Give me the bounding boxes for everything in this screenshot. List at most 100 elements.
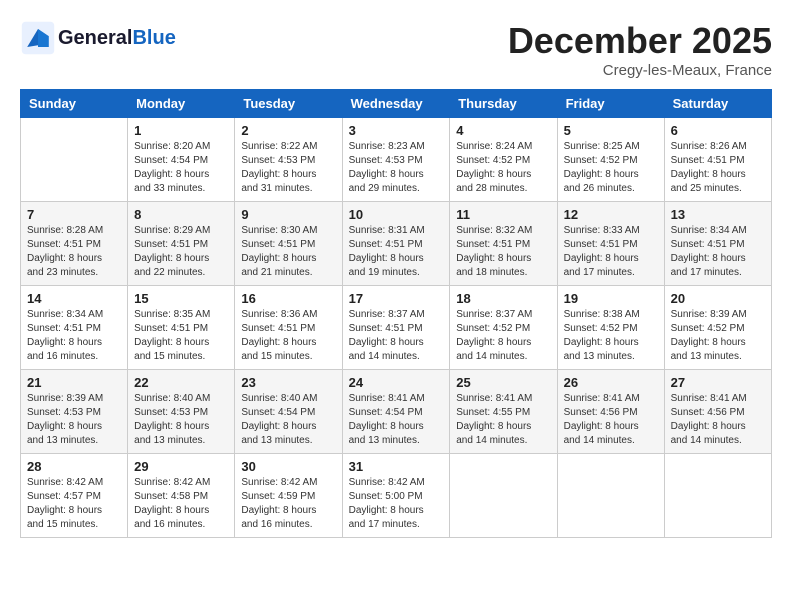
day-info: Sunrise: 8:41 AMSunset: 4:55 PMDaylight:… [456,392,550,448]
day-info: Sunrise: 8:37 AMSunset: 4:52 PMDaylight:… [456,308,550,364]
calendar-cell: 13 Sunrise: 8:34 AMSunset: 4:51 PMDayligh… [664,202,771,286]
day-info: Sunrise: 8:24 AMSunset: 4:52 PMDaylight:… [456,140,550,196]
day-info: Sunrise: 8:30 AMSunset: 4:51 PMDaylight:… [241,224,335,280]
logo-line2: Blue [132,27,175,49]
calendar-cell [21,118,128,202]
day-number: 16 [241,291,335,306]
calendar-cell: 19 Sunrise: 8:38 AMSunset: 4:52 PMDayligh… [557,286,664,370]
day-info: Sunrise: 8:40 AMSunset: 4:54 PMDaylight:… [241,392,335,448]
day-number: 9 [241,207,335,222]
calendar-cell: 6 Sunrise: 8:26 AMSunset: 4:51 PMDaylight… [664,118,771,202]
day-info: Sunrise: 8:39 AMSunset: 4:53 PMDaylight:… [27,392,121,448]
month-title: December 2025 [508,20,772,62]
day-info: Sunrise: 8:32 AMSunset: 4:51 PMDaylight:… [456,224,550,280]
day-number: 26 [564,375,658,390]
day-number: 17 [349,291,444,306]
day-info: Sunrise: 8:42 AMSunset: 5:00 PMDaylight:… [349,476,444,532]
calendar-week-row: 1 Sunrise: 8:20 AMSunset: 4:54 PMDaylight… [21,118,772,202]
day-number: 1 [134,123,228,138]
calendar-cell: 30Sunrise: 8:42 AMSunset: 4:59 PMDayligh… [235,454,342,538]
calendar-cell: 4Sunrise: 8:24 AMSunset: 4:52 PMDaylight… [450,118,557,202]
day-info: Sunrise: 8:34 AMSunset: 4:51 PMDaylight:… [671,224,765,280]
calendar-cell: 10Sunrise: 8:31 AMSunset: 4:51 PMDayligh… [342,202,450,286]
day-info: Sunrise: 8:28 AMSunset: 4:51 PMDaylight:… [27,224,121,280]
page-header: GeneralBlue December 2025 Cregy-les-Meau… [20,20,772,79]
calendar-cell: 21 Sunrise: 8:39 AMSunset: 4:53 PMDayligh… [21,370,128,454]
day-info: Sunrise: 8:23 AMSunset: 4:53 PMDaylight:… [349,140,444,196]
calendar-cell: 27Sunrise: 8:41 AMSunset: 4:56 PMDayligh… [664,370,771,454]
title-block: December 2025 Cregy-les-Meaux, France [508,20,772,79]
day-number: 29 [134,459,228,474]
day-info: Sunrise: 8:33 AMSunset: 4:51 PMDaylight:… [564,224,658,280]
day-number: 31 [349,459,444,474]
day-number: 7 [27,207,121,222]
day-number: 23 [241,375,335,390]
calendar-week-row: 21 Sunrise: 8:39 AMSunset: 4:53 PMDayligh… [21,370,772,454]
day-info: Sunrise: 8:35 AMSunset: 4:51 PMDaylight:… [134,308,228,364]
day-number: 13 [671,207,765,222]
day-info: Sunrise: 8:36 AMSunset: 4:51 PMDaylight:… [241,308,335,364]
calendar-header-row: SundayMondayTuesdayWednesdayThursdayFrid… [21,90,772,118]
logo-line1: General [58,27,132,49]
day-number: 15 [134,291,228,306]
calendar-week-row: 28Sunrise: 8:42 AMSunset: 4:57 PMDayligh… [21,454,772,538]
logo-icon [20,20,56,56]
day-number: 6 [671,123,765,138]
calendar-cell: 31 Sunrise: 8:42 AMSunset: 5:00 PMDayligh… [342,454,450,538]
calendar-cell: 2 Sunrise: 8:22 AMSunset: 4:53 PMDaylight… [235,118,342,202]
calendar-cell: 11 Sunrise: 8:32 AMSunset: 4:51 PMDayligh… [450,202,557,286]
calendar-cell [664,454,771,538]
calendar-cell: 15 Sunrise: 8:35 AMSunset: 4:51 PMDayligh… [128,286,235,370]
header-friday: Friday [557,90,664,118]
calendar-cell: 12Sunrise: 8:33 AMSunset: 4:51 PMDayligh… [557,202,664,286]
logo-text: GeneralBlue [58,26,176,50]
header-sunday: Sunday [21,90,128,118]
calendar-cell: 22Sunrise: 8:40 AMSunset: 4:53 PMDayligh… [128,370,235,454]
day-info: Sunrise: 8:20 AMSunset: 4:54 PMDaylight:… [134,140,228,196]
calendar-cell: 24 Sunrise: 8:41 AMSunset: 4:54 PMDayligh… [342,370,450,454]
day-number: 10 [349,207,444,222]
day-info: Sunrise: 8:42 AMSunset: 4:58 PMDaylight:… [134,476,228,532]
calendar-cell: 3 Sunrise: 8:23 AMSunset: 4:53 PMDaylight… [342,118,450,202]
day-number: 19 [564,291,658,306]
day-number: 3 [349,123,444,138]
calendar-cell: 18Sunrise: 8:37 AMSunset: 4:52 PMDayligh… [450,286,557,370]
calendar-cell: 29 Sunrise: 8:42 AMSunset: 4:58 PMDayligh… [128,454,235,538]
logo: GeneralBlue [20,20,176,56]
day-number: 24 [349,375,444,390]
header-thursday: Thursday [450,90,557,118]
day-info: Sunrise: 8:41 AMSunset: 4:54 PMDaylight:… [349,392,444,448]
day-info: Sunrise: 8:40 AMSunset: 4:53 PMDaylight:… [134,392,228,448]
calendar-table: SundayMondayTuesdayWednesdayThursdayFrid… [20,89,772,538]
calendar-cell [557,454,664,538]
day-info: Sunrise: 8:34 AMSunset: 4:51 PMDaylight:… [27,308,121,364]
day-info: Sunrise: 8:25 AMSunset: 4:52 PMDaylight:… [564,140,658,196]
day-number: 20 [671,291,765,306]
calendar-week-row: 7 Sunrise: 8:28 AMSunset: 4:51 PMDaylight… [21,202,772,286]
calendar-cell: 25 Sunrise: 8:41 AMSunset: 4:55 PMDayligh… [450,370,557,454]
day-number: 21 [27,375,121,390]
day-info: Sunrise: 8:38 AMSunset: 4:52 PMDaylight:… [564,308,658,364]
calendar-cell: 5Sunrise: 8:25 AMSunset: 4:52 PMDaylight… [557,118,664,202]
day-info: Sunrise: 8:39 AMSunset: 4:52 PMDaylight:… [671,308,765,364]
day-info: Sunrise: 8:22 AMSunset: 4:53 PMDaylight:… [241,140,335,196]
day-number: 11 [456,207,550,222]
calendar-cell: 7 Sunrise: 8:28 AMSunset: 4:51 PMDaylight… [21,202,128,286]
header-saturday: Saturday [664,90,771,118]
day-info: Sunrise: 8:26 AMSunset: 4:51 PMDaylight:… [671,140,765,196]
calendar-cell: 23 Sunrise: 8:40 AMSunset: 4:54 PMDayligh… [235,370,342,454]
day-number: 2 [241,123,335,138]
calendar-cell: 14Sunrise: 8:34 AMSunset: 4:51 PMDayligh… [21,286,128,370]
day-number: 25 [456,375,550,390]
calendar-cell: 1 Sunrise: 8:20 AMSunset: 4:54 PMDaylight… [128,118,235,202]
day-info: Sunrise: 8:37 AMSunset: 4:51 PMDaylight:… [349,308,444,364]
day-info: Sunrise: 8:41 AMSunset: 4:56 PMDaylight:… [671,392,765,448]
day-number: 28 [27,459,121,474]
calendar-cell: 20 Sunrise: 8:39 AMSunset: 4:52 PMDayligh… [664,286,771,370]
calendar-cell: 9 Sunrise: 8:30 AMSunset: 4:51 PMDaylight… [235,202,342,286]
day-number: 8 [134,207,228,222]
calendar-cell: 17 Sunrise: 8:37 AMSunset: 4:51 PMDayligh… [342,286,450,370]
header-wednesday: Wednesday [342,90,450,118]
day-info: Sunrise: 8:42 AMSunset: 4:59 PMDaylight:… [241,476,335,532]
day-info: Sunrise: 8:41 AMSunset: 4:56 PMDaylight:… [564,392,658,448]
